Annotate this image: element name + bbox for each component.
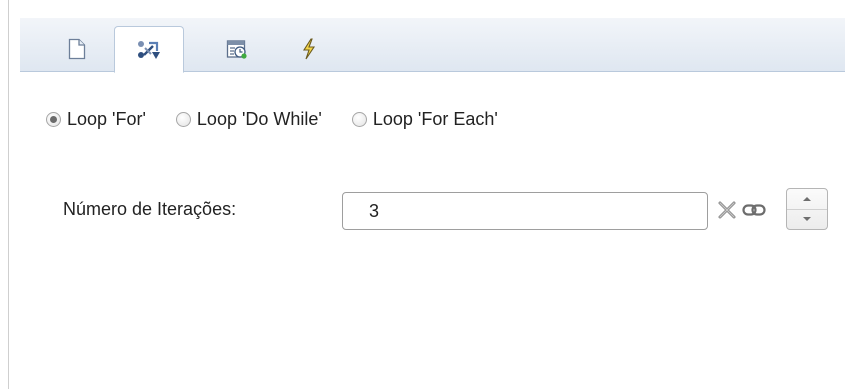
loop-do-while-option[interactable]: Loop 'Do While': [175, 108, 322, 130]
loop-for-each-label: Loop 'For Each': [372, 108, 498, 129]
loop-for-radio[interactable]: [46, 111, 61, 127]
loop-for-label: Loop 'For': [67, 108, 146, 129]
loop-for-each-radio[interactable]: [351, 111, 367, 127]
document-icon: [68, 38, 86, 60]
loop-tool-icon: [138, 40, 160, 59]
loop-for-each-option[interactable]: Loop 'For Each': [351, 108, 498, 130]
arrow-down-icon: [803, 217, 811, 221]
iterations-input[interactable]: [342, 192, 708, 230]
spinner-up-button[interactable]: [787, 189, 827, 210]
arrow-up-icon: [803, 197, 811, 201]
spinner-down-button[interactable]: [787, 209, 827, 229]
loop-do-while-label: Loop 'Do While': [196, 108, 322, 129]
tab-bar: [20, 18, 845, 73]
lightning-icon: [302, 38, 316, 60]
tab-events[interactable]: [274, 26, 344, 72]
tab-loop[interactable]: [114, 26, 184, 73]
loop-do-while-radio[interactable]: [175, 111, 191, 127]
loop-type-group: Loop 'For' Loop 'Do While' Loop 'For Eac…: [46, 104, 528, 134]
tab-schedule[interactable]: [202, 26, 272, 72]
iterations-label: Número de Iterações:: [63, 199, 237, 219]
clear-icon[interactable]: [717, 200, 737, 220]
link-icon[interactable]: [742, 201, 766, 219]
panel-left-border: [8, 0, 9, 389]
schedule-calendar-icon: [226, 40, 247, 59]
iterations-spinner: [786, 188, 828, 230]
tab-general[interactable]: [42, 26, 112, 72]
loop-for-option[interactable]: Loop 'For': [46, 109, 146, 130]
